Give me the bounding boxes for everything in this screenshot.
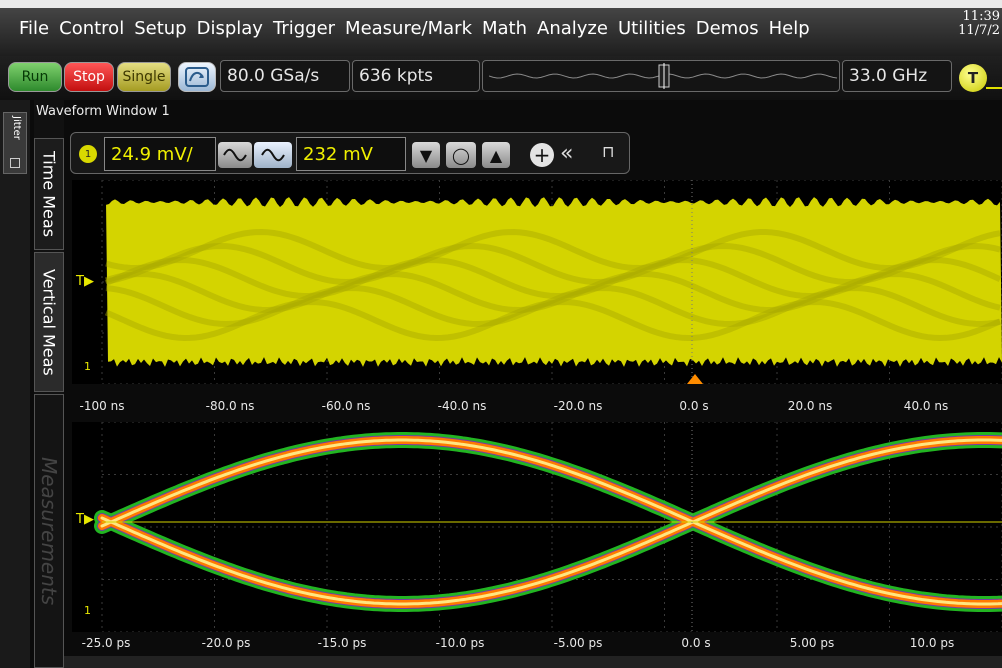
top-strip (0, 0, 1002, 8)
plot1-ground-marker: 1 (84, 360, 91, 373)
clock-date: 11/7/2 (958, 23, 1000, 38)
plot2-x-tick-label: -15.0 ps (317, 636, 367, 650)
menu-trigger[interactable]: Trigger (273, 18, 335, 39)
timeline-waveform-icon (489, 63, 838, 89)
autoscale-button[interactable] (178, 62, 216, 92)
channel-1-indicator[interactable]: 1 (79, 145, 97, 163)
plot1-x-tick-label: 20.0 ns (787, 399, 833, 413)
waveform-plot-1[interactable] (72, 179, 1002, 385)
plot1-x-tick-label: -100 ns (79, 399, 125, 413)
trigger-level-icon (986, 87, 1002, 89)
collapse-button[interactable]: « (560, 141, 573, 166)
circle-icon: ◯ (452, 145, 470, 165)
plot2-x-tick-label: -5.00 ps (553, 636, 603, 650)
plot2-trigger-marker-label: T (76, 512, 84, 527)
tab-measurements-label: Measurements (37, 456, 61, 606)
jitter-tab[interactable]: Jitter (3, 112, 27, 174)
checkbox-icon (10, 158, 20, 168)
offset-field[interactable]: 232 mV (296, 137, 406, 171)
plot2-x-tick-label: -20.0 ps (201, 636, 251, 650)
tab-vertical-meas-label: Vertical Meas (39, 268, 59, 376)
plot1-x-tick-label: 0.0 s (679, 399, 709, 413)
plot2-x-tick-label: 10.0 ps (909, 636, 955, 650)
sine-wave-icon (223, 148, 247, 162)
trigger-position-icon[interactable] (687, 374, 703, 384)
plot2-ground-marker: 1 (84, 604, 91, 617)
plot1-x-tick-label: -60.0 ns (321, 399, 371, 413)
double-chevron-left-icon: « (560, 141, 574, 166)
eye-diagram-plot[interactable] (72, 421, 1002, 633)
plot1-trigger-marker: T▶ (76, 274, 94, 289)
plot2-x-tick-label: -25.0 ps (81, 636, 131, 650)
vertical-scale-field[interactable]: 24.9 mV/ (104, 137, 216, 171)
trigger-button[interactable]: T (959, 64, 987, 92)
chevron-down-icon: ▼ (419, 145, 433, 165)
scale-down-button[interactable]: ▼ (412, 142, 440, 168)
stop-button[interactable]: Stop (64, 62, 114, 92)
menu-analyze[interactable]: Analyze (537, 18, 608, 39)
menu-file[interactable]: File (19, 18, 49, 39)
menu-items: File Control Setup Display Trigger Measu… (19, 18, 810, 39)
plot1-trigger-marker-label: T (76, 274, 84, 289)
menu-help[interactable]: Help (769, 18, 810, 39)
menu-measure-mark[interactable]: Measure/Mark (345, 18, 472, 39)
plot2-x-tick-label: 0.0 s (681, 636, 711, 650)
tab-vertical-meas[interactable]: Vertical Meas (34, 252, 64, 392)
plot1-x-tick-label: -40.0 ns (437, 399, 487, 413)
arrow-right-icon: ▶ (83, 512, 94, 527)
menu-demos[interactable]: Demos (696, 18, 759, 39)
plus-icon: + (533, 143, 551, 167)
waveform-window-title: Waveform Window 1 (36, 104, 170, 119)
eye-diagram-canvas (94, 421, 1002, 633)
run-button[interactable]: Run (8, 62, 62, 92)
dc-coupling-button[interactable] (254, 142, 292, 168)
menu-bar: File Control Setup Display Trigger Measu… (0, 0, 1002, 56)
plot1-x-tick-label: -20.0 ns (553, 399, 603, 413)
sine-wave-icon (261, 148, 285, 162)
plot2-x-tick-label: 5.00 ps (789, 636, 835, 650)
menu-control[interactable]: Control (59, 18, 124, 39)
timeline-overview[interactable] (482, 60, 840, 92)
menu-display[interactable]: Display (197, 18, 263, 39)
autoscale-icon (185, 67, 209, 87)
clock: 11:39 11/7/2 (952, 10, 1000, 38)
tab-time-meas-label: Time Meas (39, 150, 59, 238)
center-button[interactable]: ◯ (446, 142, 476, 168)
menu-math[interactable]: Math (482, 18, 527, 39)
bottom-control-strip (64, 656, 1002, 668)
plot2-x-tick-label: -10.0 ps (435, 636, 485, 650)
menu-utilities[interactable]: Utilities (618, 18, 686, 39)
pin-icon: ⊓ (602, 142, 615, 161)
plot2-trigger-marker: T▶ (76, 512, 94, 527)
jitter-tab-label: Jitter (11, 116, 22, 140)
single-button[interactable]: Single (117, 62, 171, 92)
waveform-plot-1-canvas (101, 179, 1002, 385)
chevron-up-icon: ▲ (489, 145, 503, 165)
scale-up-button[interactable]: ▲ (482, 142, 510, 168)
sample-rate-field[interactable]: 80.0 GSa/s (220, 60, 350, 92)
menu-setup[interactable]: Setup (134, 18, 186, 39)
plot1-x-tick-label: 40.0 ns (903, 399, 949, 413)
pin-button[interactable]: ⊓ (602, 142, 614, 161)
bandwidth-field[interactable]: 33.0 GHz (842, 60, 952, 92)
tab-time-meas[interactable]: Time Meas (34, 138, 64, 250)
left-side-strip (0, 100, 30, 668)
memory-depth-field[interactable]: 636 kpts (352, 60, 480, 92)
plot1-x-tick-label: -80.0 ns (205, 399, 255, 413)
arrow-right-icon: ▶ (83, 274, 94, 289)
ac-coupling-button[interactable] (218, 142, 252, 168)
add-channel-button[interactable]: + (530, 143, 554, 167)
tab-measurements[interactable]: Measurements (34, 394, 64, 668)
clock-time: 11:39 (962, 9, 1000, 24)
